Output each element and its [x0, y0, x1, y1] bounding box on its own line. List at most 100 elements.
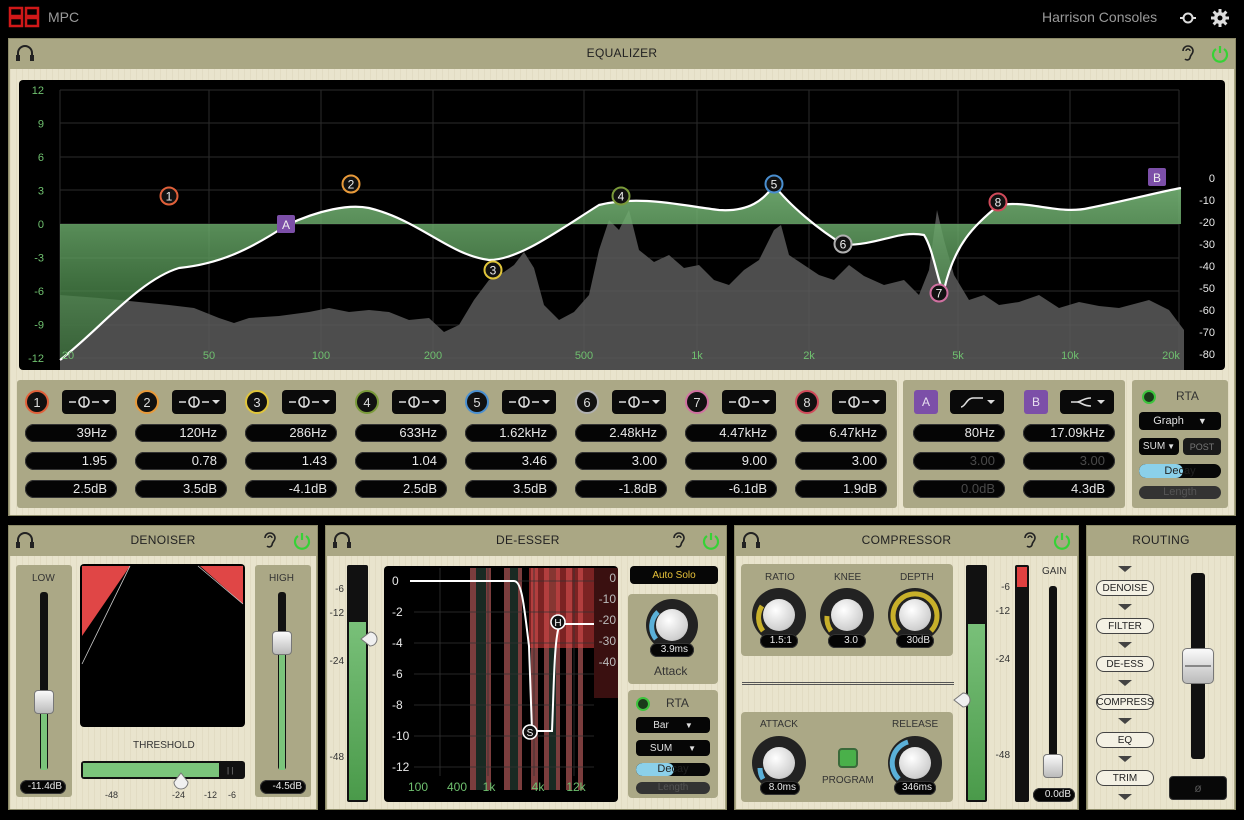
- preset-icon[interactable]: [1179, 9, 1197, 27]
- route-de-ess[interactable]: DE-ESS: [1096, 656, 1154, 672]
- band-4-q[interactable]: 1.04: [355, 452, 447, 470]
- band-1-q[interactable]: 1.95: [25, 452, 117, 470]
- headphones-icon[interactable]: [741, 531, 761, 549]
- deesser-s-node[interactable]: S: [522, 724, 538, 740]
- band-8-toggle[interactable]: 8: [795, 390, 819, 414]
- band-5-q[interactable]: 3.46: [465, 452, 557, 470]
- band-5-toggle[interactable]: 5: [465, 390, 489, 414]
- band-1-marker[interactable]: 1: [159, 186, 179, 206]
- rta-sum-select[interactable]: SUM ▼: [1139, 438, 1179, 455]
- filter-a-button[interactable]: A: [914, 390, 938, 414]
- filter-a-gain[interactable]: 0.0dB: [913, 480, 1005, 498]
- route-trim[interactable]: TRIM: [1096, 770, 1154, 786]
- trim-fader-handle[interactable]: [1182, 648, 1214, 684]
- gain-fader-track[interactable]: [1049, 586, 1057, 776]
- program-toggle[interactable]: [838, 748, 858, 768]
- band-3-q[interactable]: 1.43: [245, 452, 337, 470]
- auto-solo-button[interactable]: Auto Solo: [630, 566, 718, 584]
- filter-a-freq[interactable]: 80Hz: [913, 424, 1005, 442]
- filter-marker-b[interactable]: B: [1148, 168, 1166, 186]
- band-6-toggle[interactable]: 6: [575, 390, 599, 414]
- band-5-freq[interactable]: 1.62kHz: [465, 424, 557, 442]
- band-2-marker[interactable]: 2: [341, 174, 361, 194]
- deesser-decay-slider[interactable]: Decay: [636, 763, 710, 776]
- headphones-icon[interactable]: [15, 44, 35, 62]
- filter-marker-a[interactable]: A: [277, 215, 295, 233]
- filter-b-freq[interactable]: 17.09kHz: [1023, 424, 1115, 442]
- power-icon[interactable]: [1211, 45, 1229, 63]
- listen-ear-icon[interactable]: [1180, 44, 1196, 64]
- band-8-marker[interactable]: 8: [988, 192, 1008, 212]
- deesser-attack-value[interactable]: 3.9ms: [650, 643, 694, 657]
- band-4-gain[interactable]: 2.5dB: [355, 480, 447, 498]
- band-7-toggle[interactable]: 7: [685, 390, 709, 414]
- route-eq[interactable]: EQ: [1096, 732, 1154, 748]
- band-4-shape-select[interactable]: [392, 390, 446, 414]
- route-compress[interactable]: COMPRESS: [1096, 694, 1154, 710]
- filter-b-shape-select[interactable]: [1060, 390, 1114, 414]
- power-icon[interactable]: [1053, 532, 1071, 550]
- band-7-q[interactable]: 9.00: [685, 452, 777, 470]
- band-7-freq[interactable]: 4.47kHz: [685, 424, 777, 442]
- low-value[interactable]: -11.4dB: [20, 780, 66, 794]
- band-5-marker[interactable]: 5: [764, 174, 784, 194]
- threshold-handle[interactable]: [172, 772, 190, 792]
- band-4-marker[interactable]: 4: [611, 186, 631, 206]
- phase-invert-button[interactable]: ø: [1169, 776, 1227, 800]
- filter-b-button[interactable]: B: [1024, 390, 1048, 414]
- band-3-shape-select[interactable]: [282, 390, 336, 414]
- band-8-q[interactable]: 3.00: [795, 452, 887, 470]
- deesser-rta-toggle[interactable]: [636, 697, 650, 711]
- listen-ear-icon[interactable]: [1022, 531, 1038, 551]
- band-7-shape-select[interactable]: [722, 390, 776, 414]
- rta-length-slider[interactable]: Length: [1139, 486, 1221, 499]
- band-2-toggle[interactable]: 2: [135, 390, 159, 414]
- band-3-gain[interactable]: -4.1dB: [245, 480, 337, 498]
- filter-b-gain[interactable]: 4.3dB: [1023, 480, 1115, 498]
- band-8-gain[interactable]: 1.9dB: [795, 480, 887, 498]
- band-3-marker[interactable]: 3: [483, 260, 503, 280]
- band-6-freq[interactable]: 2.48kHz: [575, 424, 667, 442]
- band-1-gain[interactable]: 2.5dB: [25, 480, 117, 498]
- rta-post-button[interactable]: POST: [1183, 438, 1221, 455]
- band-2-q[interactable]: 0.78: [135, 452, 227, 470]
- band-8-shape-select[interactable]: [832, 390, 886, 414]
- band-2-shape-select[interactable]: [172, 390, 226, 414]
- band-6-q[interactable]: 3.00: [575, 452, 667, 470]
- gain-value[interactable]: 0.0dB: [1033, 788, 1075, 802]
- low-fader-handle[interactable]: [34, 690, 54, 714]
- band-2-freq[interactable]: 120Hz: [135, 424, 227, 442]
- band-4-freq[interactable]: 633Hz: [355, 424, 447, 442]
- band-6-shape-select[interactable]: [612, 390, 666, 414]
- release-value[interactable]: 346ms: [894, 781, 936, 795]
- eq-graph[interactable]: 12 9 6 3 0 -3 -6 -9 -12 0 -10 -20 -30 -40 -50 -60 -70 -8…: [19, 80, 1225, 370]
- band-7-gain[interactable]: -6.1dB: [685, 480, 777, 498]
- rta-mode-select[interactable]: Graph ▼: [1139, 412, 1221, 430]
- ratio-value[interactable]: 1.5:1: [760, 634, 798, 648]
- rta-decay-slider[interactable]: Decay: [1139, 464, 1221, 478]
- power-icon[interactable]: [702, 532, 720, 550]
- band-1-freq[interactable]: 39Hz: [25, 424, 117, 442]
- listen-ear-icon[interactable]: [671, 531, 687, 551]
- listen-ear-icon[interactable]: [262, 531, 278, 551]
- deesser-rta-mode-select[interactable]: Bar ▼: [636, 717, 710, 733]
- headphones-icon[interactable]: [15, 531, 35, 549]
- band-4-toggle[interactable]: 4: [355, 390, 379, 414]
- high-value[interactable]: -4.5dB: [260, 780, 306, 794]
- threshold-slider[interactable]: | |: [81, 761, 245, 779]
- deesser-graph[interactable]: 0 -2 -4 -6 -8 -10 -12 0 -10 -20 -30 -40 100 400 1k 4k…: [384, 566, 618, 802]
- rta-toggle[interactable]: [1142, 390, 1156, 404]
- band-2-gain[interactable]: 3.5dB: [135, 480, 227, 498]
- route-denoise[interactable]: DENOISE: [1096, 580, 1154, 596]
- headphones-icon[interactable]: [332, 531, 352, 549]
- filter-a-shape-select[interactable]: [950, 390, 1004, 414]
- high-fader-handle[interactable]: [272, 631, 292, 655]
- knee-value[interactable]: 3.0: [828, 634, 866, 648]
- band-8-freq[interactable]: 6.47kHz: [795, 424, 887, 442]
- power-icon[interactable]: [293, 532, 311, 550]
- filter-b-q[interactable]: 3.00: [1023, 452, 1115, 470]
- gear-icon[interactable]: [1210, 8, 1230, 28]
- comp-threshold-handle[interactable]: [953, 691, 975, 709]
- filter-a-q[interactable]: 3.00: [913, 452, 1005, 470]
- band-3-toggle[interactable]: 3: [245, 390, 269, 414]
